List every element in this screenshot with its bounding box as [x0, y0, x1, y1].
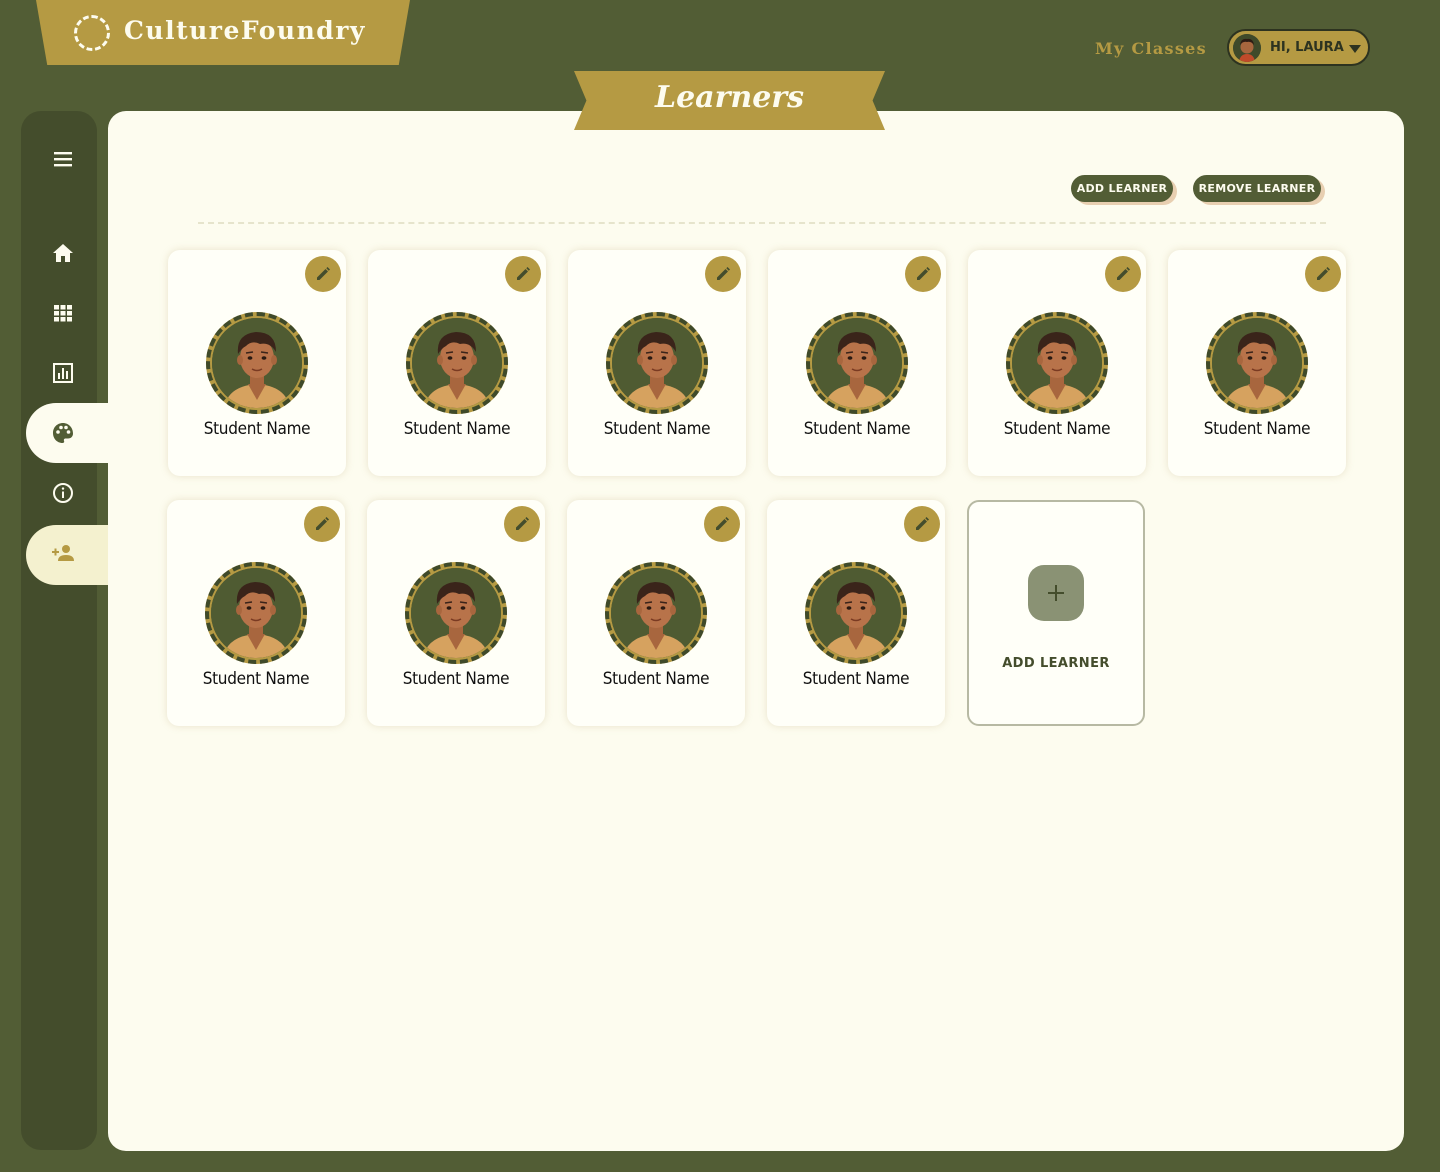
- edit-button[interactable]: [305, 256, 341, 292]
- chart-icon: [53, 363, 73, 383]
- learner-name: Student Name: [403, 419, 511, 439]
- learner-card[interactable]: Student Name: [168, 250, 346, 476]
- learner-card[interactable]: Student Name: [568, 250, 746, 476]
- pencil-icon: [515, 266, 531, 282]
- edit-button[interactable]: [304, 506, 340, 542]
- learner-avatar: [1206, 312, 1308, 414]
- pencil-icon: [1315, 266, 1331, 282]
- page-title: Learners: [654, 80, 805, 115]
- pencil-icon: [1115, 266, 1131, 282]
- sidebar-item-reports[interactable]: [41, 351, 85, 395]
- add-learner-card[interactable]: ADD LEARNER: [967, 500, 1145, 726]
- learner-name: Student Name: [202, 669, 310, 689]
- learner-card[interactable]: Student Name: [768, 250, 946, 476]
- learner-name: Student Name: [402, 669, 510, 689]
- user-avatar: [1233, 34, 1261, 62]
- logo-ring-icon: [74, 15, 110, 51]
- learner-card[interactable]: Student Name: [1168, 250, 1346, 476]
- learner-avatar: [805, 562, 907, 664]
- info-icon: [53, 483, 73, 503]
- sidebar-item-add-user[interactable]: [41, 531, 85, 575]
- learner-name: Student Name: [1203, 419, 1311, 439]
- edit-button[interactable]: [704, 506, 740, 542]
- user-menu[interactable]: HI, LAURA: [1227, 29, 1370, 66]
- edit-button[interactable]: [904, 506, 940, 542]
- learner-avatar: [605, 562, 707, 664]
- my-classes-link[interactable]: My Classes: [1095, 39, 1207, 58]
- plus-icon: [1028, 565, 1084, 621]
- learner-name: Student Name: [803, 419, 911, 439]
- edit-button[interactable]: [905, 256, 941, 292]
- learner-avatar: [205, 562, 307, 664]
- pencil-icon: [714, 516, 730, 532]
- learner-card[interactable]: Student Name: [368, 250, 546, 476]
- add-learner-label: ADD LEARNER: [1002, 656, 1110, 671]
- pencil-icon: [514, 516, 530, 532]
- menu-icon: [54, 152, 72, 167]
- brand-name: CultureFoundry: [124, 16, 366, 45]
- learner-avatar: [1006, 312, 1108, 414]
- learner-card[interactable]: Student Name: [167, 500, 345, 726]
- sidebar-item-classes[interactable]: [41, 291, 85, 335]
- palette-icon: [53, 423, 73, 443]
- home-icon: [53, 244, 73, 262]
- sidebar-item-learners[interactable]: [41, 411, 85, 455]
- learner-name: Student Name: [603, 419, 711, 439]
- edit-button[interactable]: [705, 256, 741, 292]
- remove-learner-button[interactable]: REMOVE LEARNER: [1193, 175, 1321, 202]
- learner-card[interactable]: Student Name: [767, 500, 945, 726]
- edit-button[interactable]: [1305, 256, 1341, 292]
- learner-name: Student Name: [802, 669, 910, 689]
- learner-name: Student Name: [1003, 419, 1111, 439]
- chevron-down-icon: [1349, 45, 1361, 53]
- pencil-icon: [914, 516, 930, 532]
- grid-icon: [54, 305, 72, 322]
- learner-avatar: [206, 312, 308, 414]
- pencil-icon: [315, 266, 331, 282]
- edit-button[interactable]: [505, 256, 541, 292]
- divider: [198, 222, 1326, 224]
- sidebar-item-info[interactable]: [41, 471, 85, 515]
- learner-card[interactable]: Student Name: [567, 500, 745, 726]
- sidebar-item-home[interactable]: [41, 231, 85, 275]
- pencil-icon: [915, 266, 931, 282]
- learner-name: Student Name: [602, 669, 710, 689]
- learner-avatar: [606, 312, 708, 414]
- add-learner-button[interactable]: ADD LEARNER: [1071, 175, 1173, 202]
- sidebar-item-menu[interactable]: [41, 137, 85, 181]
- learner-avatar: [806, 312, 908, 414]
- user-greeting: HI, LAURA: [1270, 40, 1344, 55]
- pencil-icon: [715, 266, 731, 282]
- learner-card[interactable]: Student Name: [968, 250, 1146, 476]
- learner-name: Student Name: [203, 419, 311, 439]
- pencil-icon: [314, 516, 330, 532]
- person-add-icon: [52, 545, 74, 561]
- learner-avatar: [406, 312, 508, 414]
- logo-banner[interactable]: CultureFoundry: [36, 0, 410, 65]
- edit-button[interactable]: [504, 506, 540, 542]
- learner-avatar: [405, 562, 507, 664]
- learner-card[interactable]: Student Name: [367, 500, 545, 726]
- edit-button[interactable]: [1105, 256, 1141, 292]
